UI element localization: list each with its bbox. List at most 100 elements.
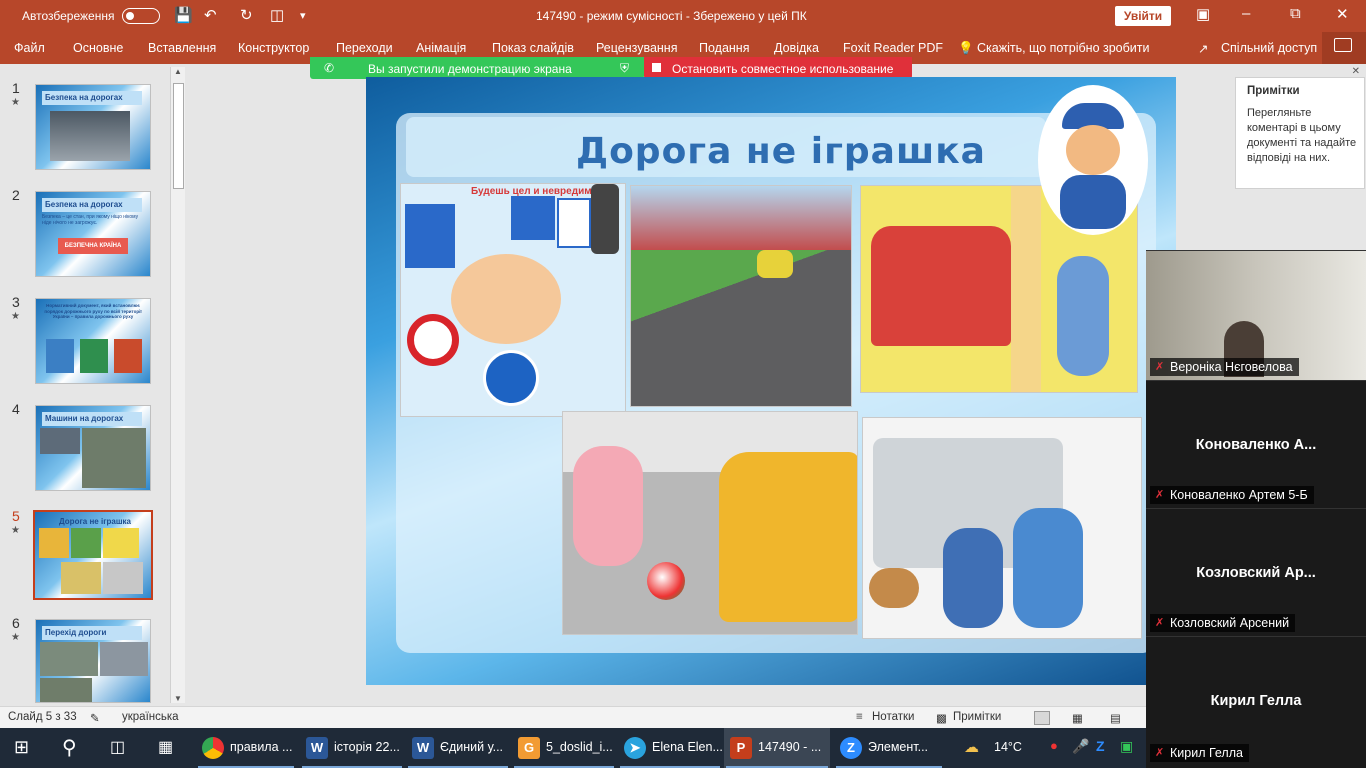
- taskbar-app-label: Elena Elen...: [652, 740, 723, 754]
- stop-share-button[interactable]: Остановить совместное использование: [644, 57, 912, 79]
- normal-view-icon[interactable]: [1034, 711, 1050, 725]
- taskbar-app-chrome[interactable]: правила ...: [196, 728, 296, 768]
- thumb-book: [46, 339, 74, 373]
- slide-sorter-icon[interactable]: ▦: [1072, 711, 1083, 725]
- slide-title[interactable]: Дорога не іграшка: [576, 131, 986, 172]
- taskbar-app-pdf[interactable]: G 5_doslid_i...: [512, 728, 616, 768]
- task-view-icon[interactable]: ◫: [110, 737, 125, 757]
- tab-review[interactable]: Рецензування: [596, 41, 677, 55]
- thumb-photo: [103, 528, 139, 558]
- redo-icon[interactable]: ↻: [240, 6, 253, 24]
- weather-icon[interactable]: ☁: [964, 738, 979, 756]
- participant-tile[interactable]: Коноваленко А... ✗ Коноваленко Артем 5-Б: [1146, 380, 1366, 508]
- comments-status-button[interactable]: Примітки: [953, 711, 1001, 723]
- comments-pane: ✕ Примітки Перегляньте коментарі в цьому…: [1235, 66, 1365, 189]
- no-pedestrians-sign-icon: [407, 314, 459, 366]
- slide-thumbnails-pane: 1 ★ Безпека на дорогах 2 Безпека на доро…: [0, 64, 190, 706]
- pedestrian-sign-icon: [405, 204, 455, 268]
- minimize-icon[interactable]: –: [1242, 5, 1250, 22]
- tray-app-icon[interactable]: ▣: [1120, 738, 1133, 755]
- boy-figure: [1057, 256, 1109, 376]
- participant-label: ✗ Козловский Арсений: [1150, 614, 1296, 632]
- taskbar-app-word-2[interactable]: W Єдиний у...: [406, 728, 510, 768]
- share-button[interactable]: Спільний доступ: [1221, 41, 1317, 55]
- thumb-badge: БЕЗПЕЧНА КРАЇНА: [58, 238, 128, 254]
- slide-thumbnail-1[interactable]: Безпека на дорогах: [35, 84, 151, 170]
- ball-illustration: [647, 562, 685, 600]
- comments-button[interactable]: [1322, 32, 1366, 64]
- tab-design[interactable]: Конструктор: [238, 41, 309, 55]
- slide-thumbnail-3[interactable]: Нормативний документ, який встановлює по…: [35, 298, 151, 384]
- close-pane-icon[interactable]: ✕: [1352, 66, 1360, 77]
- document-title: 147490 - режим сумісності - Збережено у …: [536, 9, 807, 23]
- tab-animations[interactable]: Анімація: [416, 41, 466, 55]
- participant-tile[interactable]: Кирил Гелла ✗ Кирил Гелла: [1146, 636, 1366, 768]
- slide-canvas[interactable]: Дорога не іграшка Будешь цел и невредим!: [366, 77, 1176, 685]
- taskbar-app-telegram[interactable]: ➤ Elena Elen...: [618, 728, 723, 768]
- reading-view-icon[interactable]: ▤: [1110, 711, 1121, 725]
- taskbar-app-word-1[interactable]: W історія 22...: [300, 728, 404, 768]
- slide-counter: Слайд 5 з 33: [8, 711, 77, 723]
- close-icon[interactable]: ✕: [1336, 5, 1349, 23]
- scroll-up-icon[interactable]: ▲: [174, 67, 182, 76]
- tab-help[interactable]: Довідка: [774, 41, 819, 55]
- notification-badge-icon[interactable]: ●: [1050, 738, 1058, 753]
- undo-icon[interactable]: ↶: [204, 6, 217, 24]
- comment-icon: ▩: [936, 713, 947, 725]
- slide-thumbnail-5[interactable]: Дорога не іграшка: [33, 510, 153, 600]
- tab-foxit[interactable]: Foxit Reader PDF: [843, 41, 943, 55]
- slide-thumbnail-6[interactable]: Перехід дороги: [35, 619, 151, 703]
- restore-icon[interactable]: ⧉: [1290, 5, 1301, 22]
- participant-tile[interactable]: ✗ Вероніка Нєговелова: [1146, 250, 1366, 380]
- taskbar-app-zoom[interactable]: Z Элемент...: [834, 728, 944, 768]
- tab-slideshow[interactable]: Показ слайдів: [492, 41, 574, 55]
- zoom-icon: Z: [840, 737, 862, 759]
- customize-qat-icon[interactable]: ▾: [300, 9, 306, 22]
- slide-thumbnail-2[interactable]: Безпека на дорогах Безпека – це стан, пр…: [35, 191, 151, 277]
- screen-share-banner: ✆ Вы запустили демонстрацию экрана ⛨: [310, 57, 644, 79]
- thumb-book: [114, 339, 142, 373]
- participant-tile[interactable]: Козловский Ар... ✗ Козловский Арсений: [1146, 508, 1366, 636]
- present-icon[interactable]: ◫: [270, 6, 284, 24]
- save-icon[interactable]: 💾: [174, 6, 193, 24]
- thumb-title: Нормативний документ, який встановлює по…: [44, 303, 142, 319]
- tab-transitions[interactable]: Переходи: [336, 41, 393, 55]
- language-indicator[interactable]: українська: [122, 711, 179, 723]
- tab-home[interactable]: Основне: [73, 41, 123, 55]
- yellow-car: [719, 452, 857, 622]
- slide-image-signs-kids[interactable]: Будешь цел и невредим!: [400, 183, 626, 417]
- zoom-tray-icon[interactable]: Z: [1096, 738, 1105, 754]
- mic-muted-icon: ✗: [1155, 489, 1165, 501]
- participant-name: Козловский Арсений: [1170, 616, 1290, 630]
- microphone-icon[interactable]: 🎤: [1072, 738, 1089, 755]
- tell-me-search[interactable]: Скажіть, що потрібно зробити: [977, 41, 1150, 55]
- participant-display-name: Кирил Гелла: [1210, 693, 1302, 709]
- scrollbar-thumb[interactable]: [173, 83, 184, 189]
- taskbar-app-powerpoint[interactable]: P 147490 - ...: [724, 728, 830, 768]
- thumb-number: 4: [12, 401, 20, 417]
- slide-image-ball-car[interactable]: [562, 411, 858, 635]
- slide-image-boys-crossing[interactable]: [862, 417, 1142, 639]
- powerpoint-icon: P: [730, 737, 752, 759]
- tab-insert[interactable]: Вставлення: [148, 41, 216, 55]
- search-icon[interactable]: ⚲: [62, 735, 77, 760]
- animation-star-icon: ★: [11, 525, 20, 536]
- ribbon-display-icon[interactable]: ▣: [1196, 5, 1210, 23]
- scroll-down-icon[interactable]: ▼: [174, 694, 182, 703]
- thumb-photo: [100, 642, 148, 676]
- weather-temp[interactable]: 14°C: [994, 740, 1022, 754]
- road: [631, 250, 851, 406]
- windows-start-icon[interactable]: ⊞: [14, 737, 29, 758]
- spellcheck-icon[interactable]: ✎: [90, 711, 100, 725]
- slide-image-street[interactable]: [630, 185, 852, 407]
- slide-thumbnail-4[interactable]: Машини на дорогах: [35, 405, 151, 491]
- thumbnails-scrollbar[interactable]: ▲ ▼: [170, 67, 185, 703]
- notes-button[interactable]: Нотатки: [872, 711, 914, 723]
- comment-icon: [1334, 38, 1352, 52]
- autosave-toggle[interactable]: [122, 8, 160, 24]
- tab-view[interactable]: Подання: [699, 41, 749, 55]
- calculator-icon[interactable]: ▦: [158, 737, 173, 757]
- word-icon: W: [412, 737, 434, 759]
- tab-file[interactable]: Файл: [14, 41, 45, 55]
- signin-button[interactable]: Увійти: [1115, 6, 1171, 26]
